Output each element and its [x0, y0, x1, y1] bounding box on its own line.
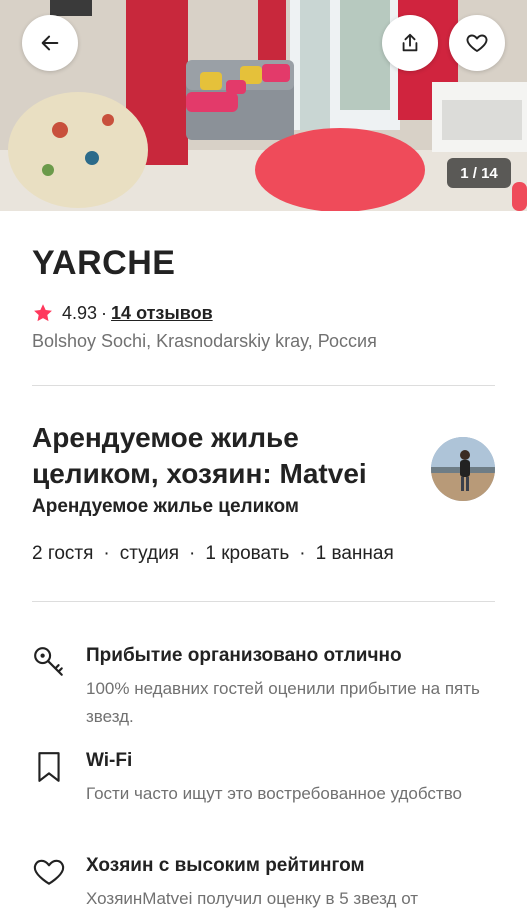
- feature-title: Прибытие организовано отлично: [86, 645, 402, 666]
- share-icon: [402, 33, 418, 52]
- host-heading: Арендуемое жилье целиком, хозяин: Matvei: [32, 422, 367, 489]
- save-button[interactable]: [449, 15, 505, 71]
- feature-superhost: Хозяин с высоким рейтингом ХозяинMatvei …: [32, 855, 495, 921]
- reviews-link[interactable]: 14 отзывов: [111, 303, 213, 324]
- host-avatar[interactable]: [431, 437, 495, 501]
- feature-wifi: Wi-Fi Гости часто ищут это востребованно…: [32, 750, 495, 840]
- section-divider: [32, 601, 495, 602]
- rating-row: 4.93 · 14 отзывов: [32, 302, 213, 324]
- spec-separator: ·: [189, 543, 196, 564]
- share-button[interactable]: [382, 15, 438, 71]
- feature-checkin: Прибытие организовано отлично 100% недав…: [32, 645, 495, 735]
- feature-description: 100% недавних гостей оценили прибытие на…: [86, 679, 480, 726]
- listing-specs: 2 гостя · студия · 1 кровать · 1 ванная: [32, 543, 394, 565]
- host-subheading: Арендуемое жилье целиком: [32, 496, 299, 517]
- feature-title: Wi-Fi: [86, 750, 133, 771]
- heart-icon: [466, 34, 488, 52]
- spec-beds: 1 кровать: [205, 543, 290, 564]
- feature-description: ХозяинMatvei получил оценку в 5 звезд от: [86, 889, 419, 908]
- rating-separator: ·: [101, 302, 108, 323]
- back-button[interactable]: [22, 15, 78, 71]
- star-icon: [34, 304, 52, 322]
- host-photo: [431, 437, 495, 501]
- feature-title: Хозяин с высоким рейтингом: [86, 855, 365, 876]
- spec-guests: 2 гостя: [32, 543, 94, 564]
- feature-description: Гости часто ищут это востребованное удоб…: [86, 784, 463, 803]
- spec-separator: ·: [103, 543, 110, 564]
- spec-baths: 1 ванная: [315, 543, 394, 564]
- key-icon: [34, 647, 63, 676]
- listing-title: YARCHE: [32, 244, 176, 282]
- spec-type: студия: [119, 543, 180, 564]
- photo-counter: 1 / 14: [447, 158, 511, 188]
- listing-location: Bolshoy Sochi, Krasnodarskiy kray, Росси…: [32, 331, 377, 351]
- listing-photo[interactable]: 1 / 14: [0, 0, 527, 211]
- arrow-left-icon: [41, 35, 59, 51]
- bookmark-icon: [38, 752, 60, 782]
- rating-value: 4.93: [62, 302, 98, 323]
- spec-separator: ·: [299, 543, 306, 564]
- heart-icon: [33, 859, 65, 885]
- section-divider: [32, 385, 495, 386]
